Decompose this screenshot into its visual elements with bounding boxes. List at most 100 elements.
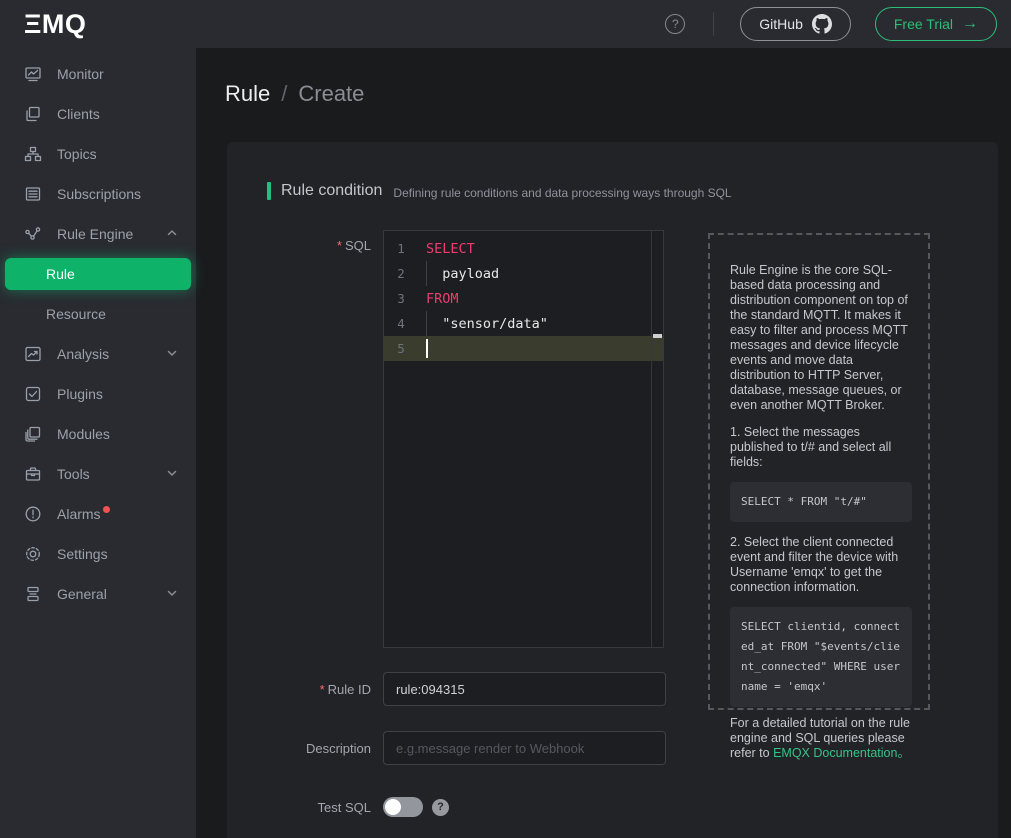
sidebar-item-monitor[interactable]: Monitor [0, 54, 196, 94]
line-number: 1 [384, 241, 418, 256]
clients-icon [24, 105, 42, 123]
rule-id-input[interactable] [383, 672, 666, 706]
sidebar-item-settings[interactable]: Settings [0, 534, 196, 574]
modules-icon [24, 425, 42, 443]
breadcrumb-section[interactable]: Rule [225, 81, 270, 107]
sidebar-item-label: Rule Engine [57, 226, 133, 242]
emq-logo: ΞMQ [0, 0, 196, 48]
tools-icon [24, 465, 42, 483]
sidebar-item-resource[interactable]: Resource [0, 294, 196, 334]
indent-guide [426, 261, 427, 286]
gear-icon [24, 545, 42, 563]
breadcrumb-separator: / [281, 81, 287, 107]
editor-line-current: 5 [384, 336, 663, 361]
breadcrumb-page: Create [298, 81, 364, 107]
indent-guide [426, 311, 427, 336]
sidebar-item-label: Tools [57, 466, 90, 482]
sidebar-item-label: Plugins [57, 386, 103, 402]
editor-scrollbar-track[interactable] [651, 231, 652, 647]
line-text: payload [418, 266, 499, 282]
help-footer-suffix: 。 [897, 746, 910, 760]
test-sql-toggle[interactable] [383, 797, 423, 817]
help-code-sample-2: SELECT clientid, connected_at FROM "$eve… [730, 607, 912, 707]
section-title: Rule condition [281, 182, 382, 200]
section-accent-bar [267, 182, 271, 200]
sidebar-item-clients[interactable]: Clients [0, 94, 196, 134]
main-content: Rule / Create Rule condition Defining ru… [196, 48, 1011, 838]
free-trial-button[interactable]: Free Trial → [875, 7, 997, 41]
sidebar-item-plugins[interactable]: Plugins [0, 374, 196, 414]
line-number: 2 [384, 266, 418, 281]
test-sql-label: Test SQL [227, 800, 383, 815]
line-text: "sensor/data" [418, 316, 548, 332]
sidebar-item-alarms[interactable]: Alarms [0, 494, 196, 534]
description-input[interactable] [383, 731, 666, 765]
sidebar-item-label: Alarms [57, 506, 101, 522]
rule-id-label: *Rule ID [227, 682, 383, 697]
section-header: Rule condition Defining rule conditions … [227, 142, 998, 200]
sidebar-item-label: General [57, 586, 107, 602]
sidebar-item-general[interactable]: General [0, 574, 196, 614]
monitor-icon [24, 65, 42, 83]
sidebar-item-subscriptions[interactable]: Subscriptions [0, 174, 196, 214]
subscriptions-icon [24, 185, 42, 203]
editor-scrollbar-thumb[interactable] [653, 334, 662, 338]
sidebar-item-label: Analysis [57, 346, 109, 362]
sidebar-item-label: Subscriptions [57, 186, 141, 202]
sidebar-item-label: Modules [57, 426, 110, 442]
line-number: 4 [384, 316, 418, 331]
chevron-up-icon [166, 226, 178, 242]
sidebar-item-modules[interactable]: Modules [0, 414, 196, 454]
rule-create-card: Rule condition Defining rule conditions … [227, 142, 998, 838]
emqx-documentation-link[interactable]: EMQX Documentation [773, 746, 897, 760]
sql-label: *SQL [227, 230, 383, 253]
chevron-down-icon [166, 586, 178, 602]
sidebar-item-tools[interactable]: Tools [0, 454, 196, 494]
general-icon [24, 585, 42, 603]
sidebar-item-analysis[interactable]: Analysis [0, 334, 196, 374]
plugins-icon [24, 385, 42, 403]
sidebar-item-label: Rule [46, 266, 75, 282]
help-panel: Rule Engine is the core SQL-based data p… [708, 233, 930, 710]
sidebar-nav: Monitor Clients Topics Subscriptions Rul [0, 48, 196, 614]
editor-line: 2 payload [384, 261, 663, 286]
alarms-icon [24, 505, 42, 523]
required-asterisk: * [320, 682, 325, 697]
topics-icon [24, 145, 42, 163]
editor-line: 3 FROM [384, 286, 663, 311]
help-intro: Rule Engine is the core SQL-based data p… [730, 263, 912, 413]
rule-engine-icon [24, 225, 42, 243]
sidebar: ΞMQ Monitor Clients Topics Subscriptions [0, 0, 196, 838]
help-step-2: 2. Select the client connected event and… [730, 535, 912, 595]
sidebar-item-label: Clients [57, 106, 100, 122]
help-icon[interactable]: ? [665, 14, 685, 34]
help-footer: For a detailed tutorial on the rule engi… [730, 716, 932, 761]
breadcrumb: Rule / Create [225, 81, 1011, 107]
sidebar-item-label: Monitor [57, 66, 104, 82]
sidebar-item-rule[interactable]: Rule [5, 258, 191, 290]
required-asterisk: * [337, 238, 342, 253]
section-subtitle: Defining rule conditions and data proces… [393, 186, 731, 200]
topbar-divider [713, 12, 714, 36]
sidebar-item-topics[interactable]: Topics [0, 134, 196, 174]
chevron-down-icon [166, 466, 178, 482]
sidebar-item-label: Topics [57, 146, 97, 162]
test-sql-help-icon[interactable]: ? [432, 799, 449, 816]
toggle-knob [385, 799, 401, 815]
sql-editor[interactable]: 1 SELECT 2 payload 3 FROM 4 [383, 230, 664, 648]
sidebar-item-label: Settings [57, 546, 108, 562]
text-cursor [426, 339, 428, 358]
github-icon [812, 14, 832, 34]
test-sql-row: Test SQL ? [227, 797, 998, 817]
line-text: SELECT [418, 241, 475, 257]
editor-line: 4 "sensor/data" [384, 311, 663, 336]
description-label: Description [227, 741, 383, 756]
analysis-icon [24, 345, 42, 363]
help-code-sample-1: SELECT * FROM "t/#" [730, 482, 912, 522]
topbar: ? GitHub Free Trial → [196, 0, 1011, 48]
arrow-right-icon: → [962, 15, 978, 33]
editor-line: 1 SELECT [384, 236, 663, 261]
github-button[interactable]: GitHub [740, 7, 851, 41]
sidebar-item-rule-engine[interactable]: Rule Engine [0, 214, 196, 254]
line-number: 3 [384, 291, 418, 306]
